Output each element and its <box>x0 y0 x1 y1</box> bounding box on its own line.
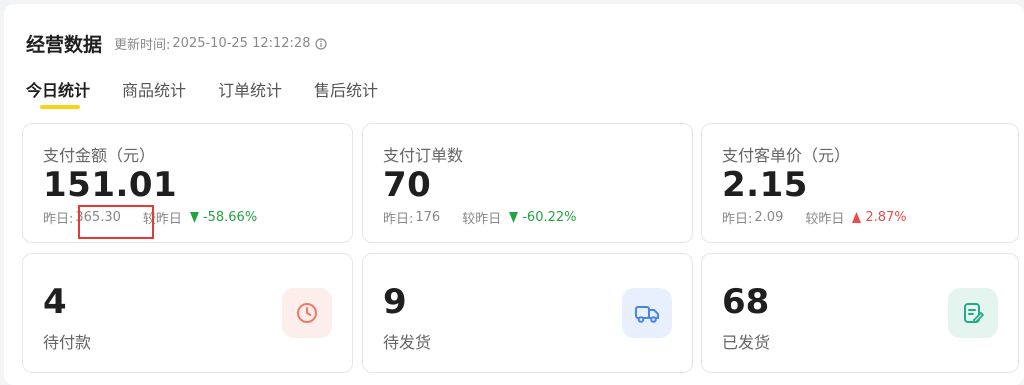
tab-after-sales[interactable]: 售后统计 <box>314 77 378 101</box>
compare-label: 较昨日 <box>462 212 502 227</box>
metric-label: 支付订单数 <box>383 146 464 165</box>
panel-header: 经营数据 更新时间: 2025-10-25 12:12:28 <box>26 30 328 57</box>
yesterday-label: 昨日: <box>383 212 414 227</box>
tab-today-label: 今日统计 <box>26 81 91 100</box>
metric-value: 151.01 <box>43 165 178 205</box>
change-value: -60.22% <box>522 210 577 225</box>
update-time: 更新时间: 2025-10-25 12:12:28 <box>114 34 328 53</box>
change-value: 2.87% <box>865 210 907 225</box>
metric-label: 支付客单价（元） <box>722 146 851 165</box>
trend-down-icon <box>509 212 519 223</box>
status-count: 9 <box>383 282 407 322</box>
metric-label: 支付金额（元） <box>43 146 156 165</box>
status-card-shipped[interactable]: 68 已发货 <box>701 253 1019 373</box>
yesterday-label: 昨日: <box>722 212 753 227</box>
page-title: 经营数据 <box>26 34 103 56</box>
tab-products[interactable]: 商品统计 <box>122 77 186 101</box>
yesterday-value: 2.09 <box>754 210 784 225</box>
metric-card-avg-order-value: 支付客单价（元） 2.15 昨日: 2.09 较昨日 2.87% <box>701 123 1019 243</box>
change-value: -58.66% <box>202 210 258 225</box>
compare: 较昨日 -58.66% <box>143 208 257 227</box>
trend-up-icon <box>852 212 862 223</box>
edit-list-icon <box>948 288 998 338</box>
business-data-panel: 经营数据 更新时间: 2025-10-25 12:12:28 今日统计 商品统计… <box>4 4 1024 385</box>
update-time-value: 2025-10-25 12:12:28 <box>172 36 311 51</box>
status-card-pending-payment[interactable]: 4 待付款 <box>22 253 353 373</box>
yesterday-label: 昨日: <box>43 212 74 227</box>
compare-label: 较昨日 <box>142 212 182 227</box>
trend-indicator: -58.66% <box>189 210 258 225</box>
clock-icon <box>282 288 332 338</box>
status-count: 68 <box>722 282 770 322</box>
compare: 较昨日 -60.22% <box>462 208 576 227</box>
active-tab-indicator <box>40 105 80 109</box>
status-card-pending-shipment[interactable]: 9 待发货 <box>362 253 693 373</box>
trend-down-icon <box>189 212 199 223</box>
metric-value: 70 <box>383 165 432 205</box>
status-label: 待发货 <box>383 333 432 352</box>
tab-products-label: 商品统计 <box>122 81 187 100</box>
metric-card-payment-amount: 支付金额（元） 151.01 昨日: 365.30 较昨日 -58.66% <box>22 123 353 243</box>
stats-tabs: 今日统计 商品统计 订单统计 售后统计 <box>26 77 410 109</box>
metric-footer: 昨日: 2.09 较昨日 2.87% <box>722 208 907 227</box>
metric-value: 2.15 <box>722 165 808 205</box>
status-label: 待付款 <box>43 333 92 352</box>
trend-indicator: -60.22% <box>509 210 577 225</box>
tab-today[interactable]: 今日统计 <box>26 77 91 109</box>
tab-after-sales-label: 售后统计 <box>314 81 379 100</box>
metric-card-order-count: 支付订单数 70 昨日: 176 较昨日 -60.22% <box>362 123 693 243</box>
compare-label: 较昨日 <box>805 212 845 227</box>
update-time-label: 更新时间: <box>114 38 171 53</box>
truck-icon <box>622 288 672 338</box>
status-count: 4 <box>43 282 67 322</box>
metric-footer: 昨日: 176 较昨日 -60.22% <box>383 208 577 227</box>
yesterday-value: 365.30 <box>75 210 121 225</box>
tab-orders[interactable]: 订单统计 <box>218 77 282 101</box>
status-label: 已发货 <box>722 333 771 352</box>
compare: 较昨日 2.87% <box>805 208 906 227</box>
tab-orders-label: 订单统计 <box>218 81 283 100</box>
yesterday-value: 176 <box>415 210 441 225</box>
metric-footer: 昨日: 365.30 较昨日 -58.66% <box>43 208 257 227</box>
trend-indicator: 2.87% <box>852 210 907 225</box>
info-icon[interactable] <box>315 37 328 50</box>
